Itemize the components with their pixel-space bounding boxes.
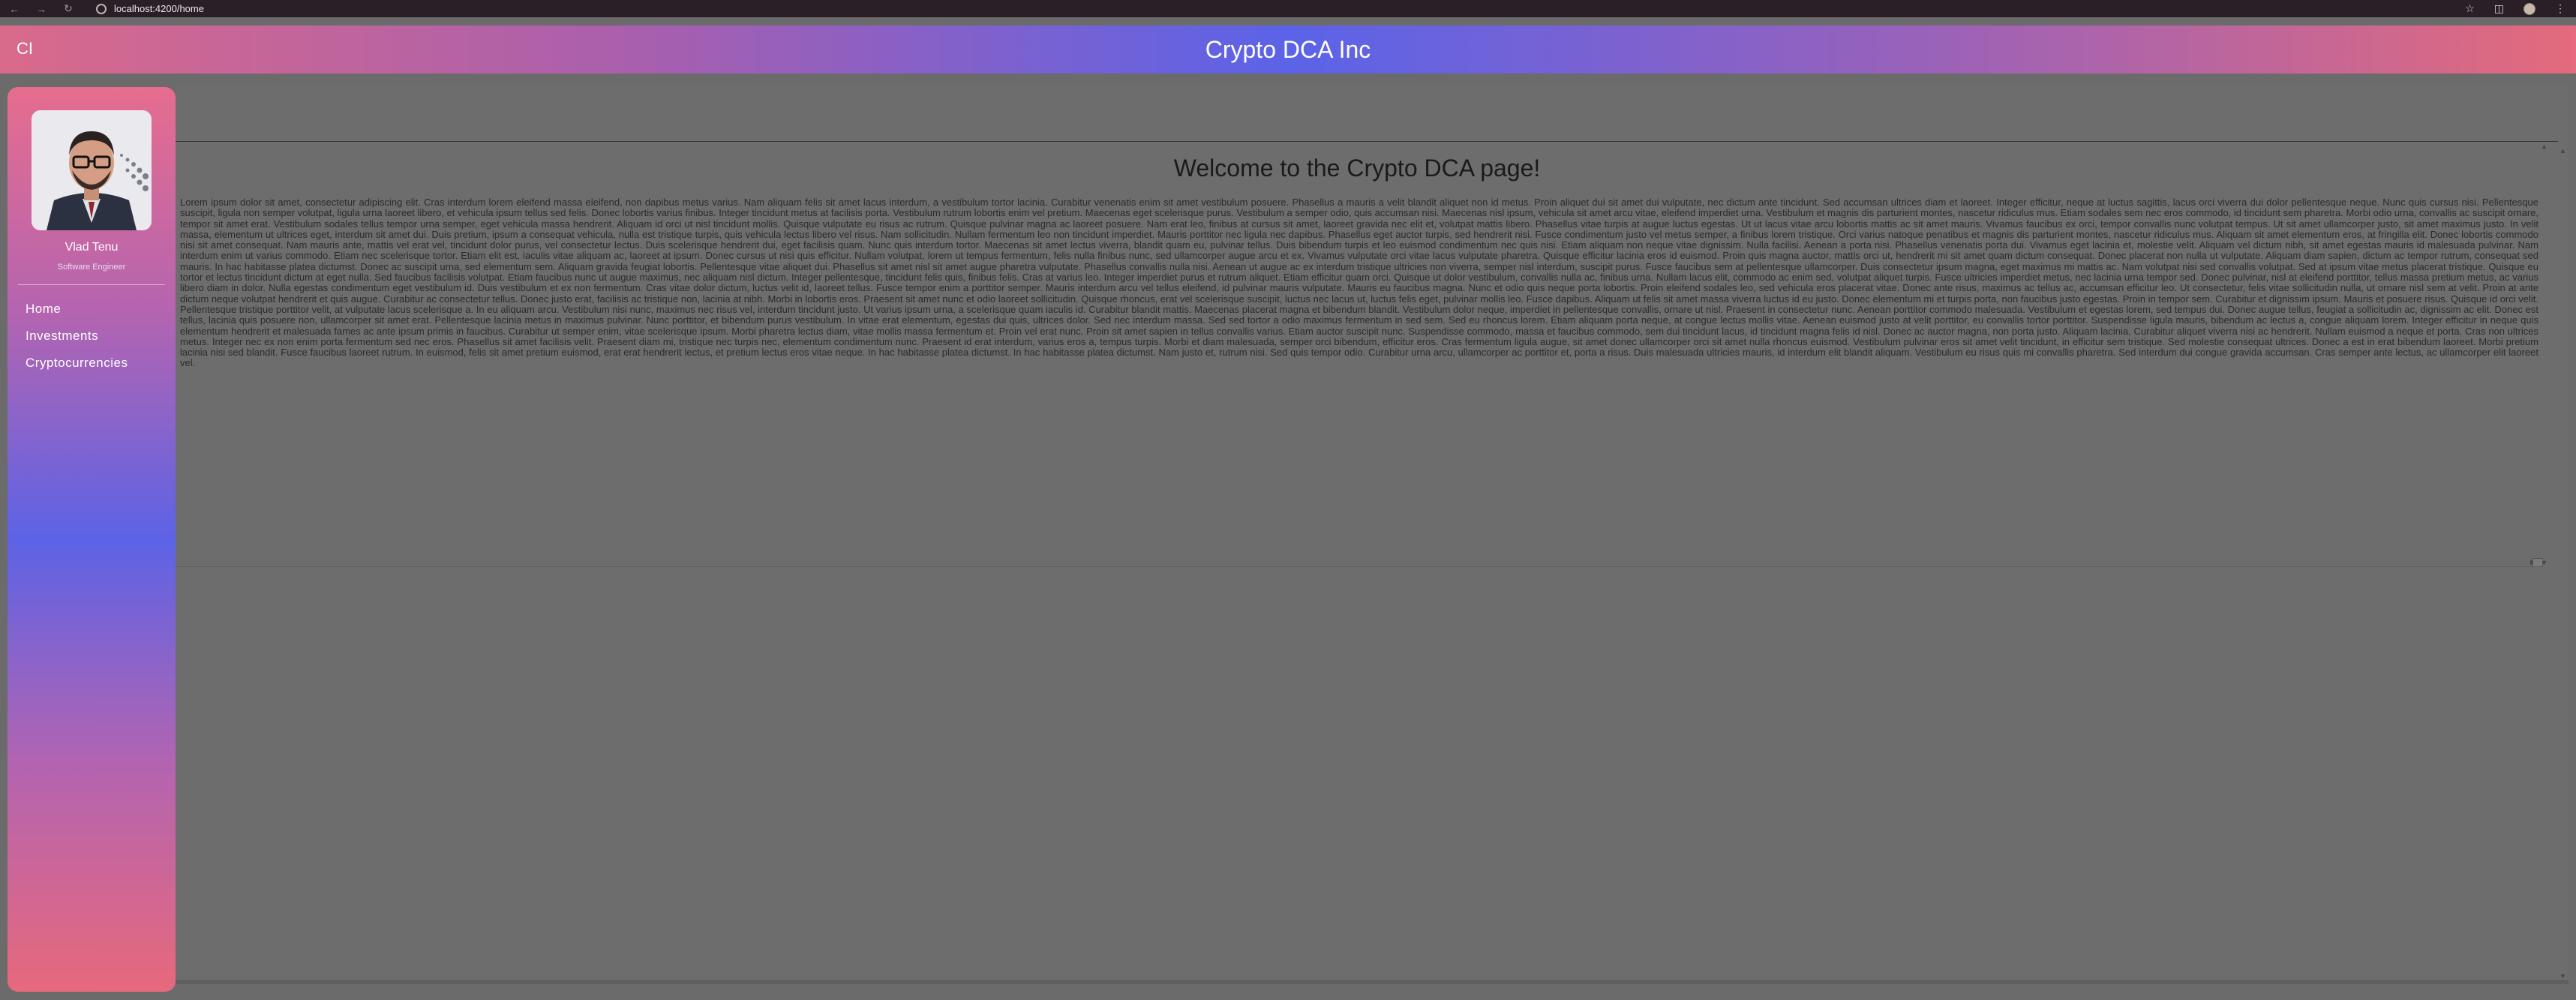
- page-scroll-down-icon[interactable]: ▼: [2559, 972, 2566, 980]
- site-info-icon[interactable]: [96, 3, 107, 14]
- more-icon[interactable]: ⋮: [2555, 2, 2565, 15]
- page-scrollbar[interactable]: ▲ ▼: [2558, 86, 2568, 984]
- page-title: Welcome to the Crypto DCA page!: [1173, 155, 1541, 182]
- sidebar-divider: [18, 284, 165, 285]
- main-content: Welcome to the Crypto DCA page! Lorem ip…: [176, 86, 2568, 984]
- sidebar-item-cryptocurrencies[interactable]: Cryptocurrencies: [26, 356, 128, 371]
- panel-scrollbar[interactable]: ▲ ▼: [2538, 143, 2549, 566]
- profile-role: Software Engineer: [57, 263, 126, 272]
- back-icon[interactable]: ←: [8, 3, 21, 15]
- sidebar-item-home[interactable]: Home: [26, 302, 61, 317]
- sidebar: Vlad Tenu Software Engineer Home Investm…: [8, 87, 176, 992]
- reload-icon[interactable]: ↻: [62, 2, 75, 15]
- extensions-icon[interactable]: ◫: [2494, 2, 2504, 15]
- profile-name: Vlad Tenu: [65, 241, 119, 254]
- address-bar[interactable]: localhost:4200/home: [114, 3, 204, 14]
- sidebar-item-investments[interactable]: Investments: [26, 329, 98, 344]
- content-bottom-border: [176, 566, 2543, 567]
- scroll-up-icon[interactable]: ▲: [2541, 143, 2547, 150]
- forward-icon[interactable]: →: [35, 3, 48, 15]
- main-bottom-bar: [176, 980, 2568, 984]
- avatar: [32, 110, 152, 230]
- browser-nav: ← → ↻: [0, 2, 75, 15]
- browser-actions: ☆ ◫ ⋮: [2465, 0, 2576, 17]
- star-icon[interactable]: ☆: [2465, 2, 2475, 15]
- app-header: CI Crypto DCA Inc: [0, 26, 2576, 74]
- profile-icon[interactable]: [2523, 2, 2535, 15]
- app-title: Crypto DCA Inc: [1205, 36, 1371, 63]
- home-panel: Welcome to the Crypto DCA page! Lorem ip…: [176, 141, 2538, 567]
- browser-toolbar: ← → ↻ localhost:4200/home ☆ ◫ ⋮: [0, 0, 2576, 17]
- page-scroll-up-icon[interactable]: ▲: [2559, 147, 2566, 155]
- avatar-image: [32, 110, 152, 230]
- body-text: Lorem ipsum dolor sit amet, consectetur …: [180, 197, 2538, 369]
